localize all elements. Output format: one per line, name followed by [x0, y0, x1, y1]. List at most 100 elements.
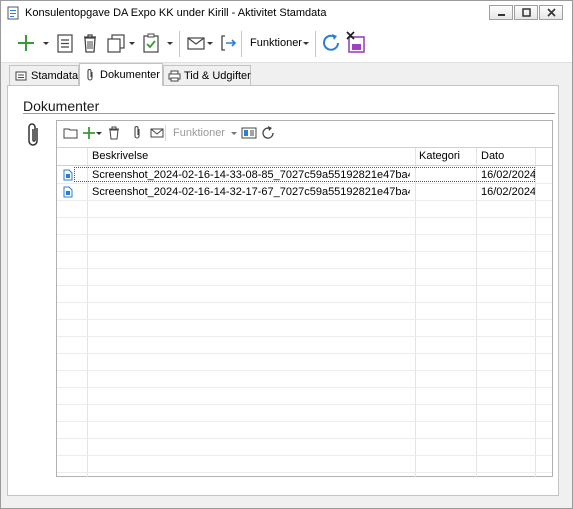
toolbar-separator	[179, 31, 180, 57]
chevron-down-icon	[167, 42, 173, 45]
column-header-kategori[interactable]: Kategori	[419, 148, 460, 165]
minimize-icon	[498, 14, 505, 16]
table-row[interactable]: Screenshot_2024-02-16-14-32-17-67_7027c5…	[57, 184, 552, 200]
row-divider	[57, 234, 552, 235]
new-button[interactable]	[15, 30, 37, 56]
tab-stamdata[interactable]: Stamdata	[9, 65, 79, 85]
paperclip-icon	[28, 123, 38, 146]
paperclip-icon	[87, 69, 93, 81]
documents-grid: Beskrivelse Kategori Dato Screenshot_202…	[57, 147, 552, 477]
row-date: 16/02/2024	[481, 186, 535, 198]
chevron-down-icon	[303, 42, 309, 45]
column-header-beskrivelse[interactable]: Beskrivelse	[92, 148, 148, 165]
email-document-button[interactable]	[150, 125, 164, 144]
row-category	[419, 184, 473, 200]
title-bar: Konsulentopgave DA Expo KK under Kirill …	[1, 1, 572, 26]
refresh-icon	[262, 126, 274, 139]
functions-dropdown[interactable]: Funktioner	[165, 125, 241, 141]
chevron-down-icon	[129, 42, 135, 45]
functions-dropdown-button[interactable]	[301, 30, 311, 56]
column-layout-icon	[241, 127, 257, 139]
row-divider	[57, 217, 552, 218]
table-row[interactable]: Screenshot_2024-02-16-14-33-08-85_7027c5…	[57, 167, 552, 183]
chevron-down-icon	[231, 132, 237, 135]
documents-panel: Dokumenter Funktioner Beskrivelse Katego…	[7, 85, 559, 496]
chevron-down-icon	[96, 132, 102, 135]
row-divider	[57, 438, 552, 439]
functions-label: Funktioner	[173, 127, 225, 139]
app-icon	[7, 6, 19, 20]
maximize-button[interactable]	[514, 5, 538, 20]
approve-button[interactable]	[141, 30, 161, 56]
functions-menu-label[interactable]: Funktioner	[250, 37, 302, 49]
export-button[interactable]	[218, 30, 238, 56]
list-icon	[57, 34, 73, 53]
chevron-down-icon	[43, 42, 49, 45]
paperclip-icon	[134, 126, 140, 139]
row-description: Screenshot_2024-02-16-14-33-08-85_7027c5…	[92, 169, 410, 181]
export-icon	[221, 35, 237, 51]
row-divider	[57, 387, 552, 388]
email-dropdown-button[interactable]	[205, 30, 215, 56]
toolbar-separator	[315, 31, 316, 57]
row-divider	[57, 285, 552, 286]
row-divider	[57, 302, 552, 303]
tab-bar: Stamdata Dokumenter Tid & Udgifter	[1, 63, 572, 86]
refresh-icon	[323, 34, 339, 51]
email-button[interactable]	[186, 30, 206, 56]
section-divider	[23, 113, 555, 114]
plus-icon	[18, 35, 34, 51]
column-header-dato[interactable]: Dato	[481, 148, 504, 165]
refresh-button[interactable]	[321, 30, 343, 56]
row-description: Screenshot_2024-02-16-14-32-17-67_7027c5…	[92, 186, 410, 198]
row-divider	[57, 336, 552, 337]
envelope-icon	[150, 128, 164, 138]
delete-document-button[interactable]	[107, 125, 121, 144]
row-divider	[57, 353, 552, 354]
envelope-icon	[187, 37, 205, 50]
chevron-down-icon	[207, 42, 213, 45]
open-folder-button[interactable]	[63, 125, 79, 144]
main-toolbar: Funktioner	[1, 26, 572, 63]
row-divider	[57, 268, 552, 269]
tab-tid-udgifter[interactable]: Tid & Udgifter	[163, 65, 251, 85]
folder-icon	[63, 128, 78, 139]
documents-grid-box: Funktioner Beskrivelse Kategori Dato Scr…	[56, 120, 553, 477]
layout-button[interactable]	[241, 125, 257, 144]
row-category	[419, 167, 473, 183]
attach-button[interactable]	[132, 125, 142, 144]
printer-icon	[168, 70, 181, 82]
row-date: 16/02/2024	[481, 169, 535, 181]
app-window: Konsulentopgave DA Expo KK under Kirill …	[0, 0, 573, 509]
delete-button[interactable]	[80, 30, 100, 56]
save-close-icon	[346, 31, 365, 53]
copy-dropdown-button[interactable]	[127, 30, 137, 56]
minimize-button[interactable]	[489, 5, 513, 20]
tab-label: Dokumenter	[100, 69, 160, 81]
header-divider	[57, 165, 552, 166]
tab-dokumenter[interactable]: Dokumenter	[79, 63, 163, 86]
new-dropdown-button[interactable]	[41, 30, 51, 56]
close-button[interactable]	[539, 5, 563, 20]
tab-label: Tid & Udgifter	[184, 70, 251, 82]
close-icon	[547, 8, 556, 17]
document-icon	[63, 169, 73, 181]
restore-icon	[522, 8, 531, 17]
clipboard-check-icon	[143, 33, 159, 53]
row-divider	[57, 455, 552, 456]
copy-button[interactable]	[105, 30, 127, 56]
refresh-documents-button[interactable]	[260, 125, 276, 144]
tab-label: Stamdata	[31, 70, 79, 82]
add-dropdown-button[interactable]	[95, 125, 103, 144]
row-divider	[57, 370, 552, 371]
save-close-button[interactable]	[346, 30, 366, 56]
row-divider	[57, 200, 552, 201]
section-title: Dokumenter	[23, 98, 100, 114]
row-divider	[57, 404, 552, 405]
document-icon	[63, 186, 73, 198]
list-button[interactable]	[55, 30, 75, 56]
copy-icon	[107, 34, 125, 53]
stamdata-icon	[15, 71, 27, 81]
approve-dropdown-button[interactable]	[165, 30, 175, 56]
window-title: Konsulentopgave DA Expo KK under Kirill …	[25, 7, 327, 19]
